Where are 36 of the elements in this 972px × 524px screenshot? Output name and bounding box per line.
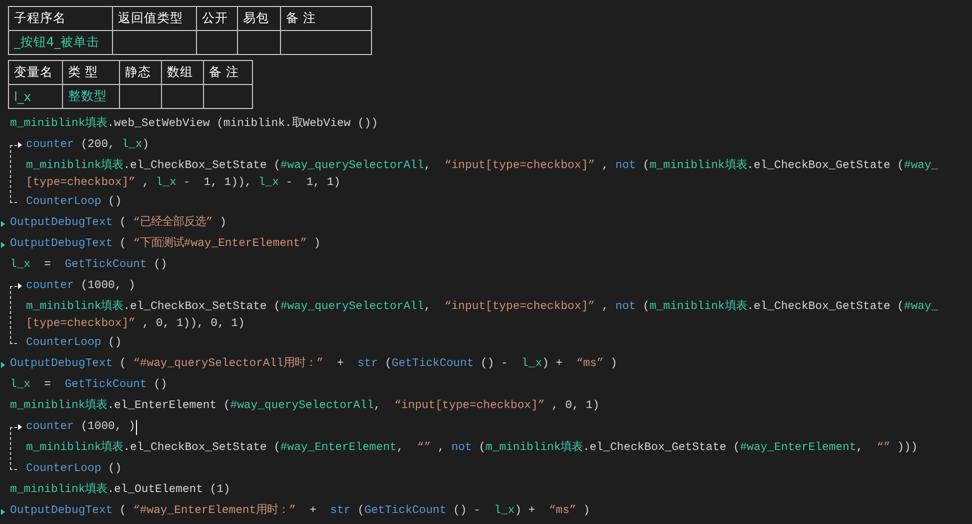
code-line: l_x = GetTickCount ()	[10, 258, 168, 273]
code-line: m_miniblink填表.el_CheckBox_SetState (#way_querySelectorAll, “input[type=checkbox]” , not (m_miniblink填表.el_CheckBox_GetState (#way_	[26, 158, 938, 174]
code-line: counter (200, l_x)	[26, 138, 150, 153]
table-cell: l_x	[8, 84, 62, 108]
code-line: OutputDebugText ( “下面测试#way_EnterElement” )	[10, 236, 321, 252]
column-header: 类 型	[62, 60, 120, 84]
column-header: 变量名	[8, 60, 62, 84]
code-line: OutputDebugText ( “#way_querySelectorAll用时：” + str (GetTickCount () - l_x) + “ms” )	[10, 356, 618, 372]
code-line: [type=checkbox]” , 0, 1)), 0, 1)	[26, 316, 246, 332]
column-header: 返回值类型	[112, 6, 196, 30]
code-line: m_miniblink填表.el_EnterElement (#way_querySelectorAll, “input[type=checkbox]” , 0, 1)	[10, 398, 600, 414]
column-header: 公开	[196, 6, 238, 30]
code-line: counter (1000, )	[26, 420, 136, 435]
column-header: 数组	[162, 60, 204, 84]
code-line: m_miniblink填表.el_CheckBox_SetState (#way_EnterElement, “” , not (m_miniblink填表.el_CheckBox_GetState (#way_EnterElement, “” )))	[26, 440, 918, 456]
code-line: counter (1000, )	[26, 278, 136, 294]
triangle-icon	[18, 142, 22, 148]
column-header: 易包	[238, 6, 280, 30]
code-line: OutputDebugText ( “#way_EnterElement用时：” + str (GetTickCount () - l_x) + “ms” )	[10, 502, 590, 519]
column-header: 子程序名	[8, 6, 112, 30]
code-line: [type=checkbox]” , l_x - 1, 1)), l_x - 1, 1)	[26, 176, 342, 191]
column-header: 备 注	[204, 60, 252, 84]
triangle-icon	[18, 424, 22, 430]
column-header: 备 注	[280, 6, 372, 30]
table-cell: _按钮4_被单击	[8, 30, 112, 54]
code-line: CounterLoop ()	[26, 462, 123, 477]
triangle-icon	[18, 283, 22, 289]
code-line: m_miniblink填表.el_CheckBox_SetState (#way_querySelectorAll, “input[type=checkbox]” , not (m_miniblink填表.el_CheckBox_GetState (#way_	[26, 298, 938, 315]
code-line: OutputDebugText ( “已经全部反选” )	[10, 214, 226, 231]
code-line: CounterLoop ()	[26, 336, 123, 351]
code-line: m_miniblink填表.web_SetWebView (miniblink.取WebView ())	[10, 116, 378, 132]
table-cell: 整数型	[62, 84, 120, 108]
code-line: m_miniblink填表.el_OutElement (1)	[10, 482, 230, 498]
code-line: CounterLoop ()	[26, 194, 123, 210]
code-line: l_x = GetTickCount ()	[10, 378, 168, 393]
column-header: 静态	[120, 60, 162, 84]
